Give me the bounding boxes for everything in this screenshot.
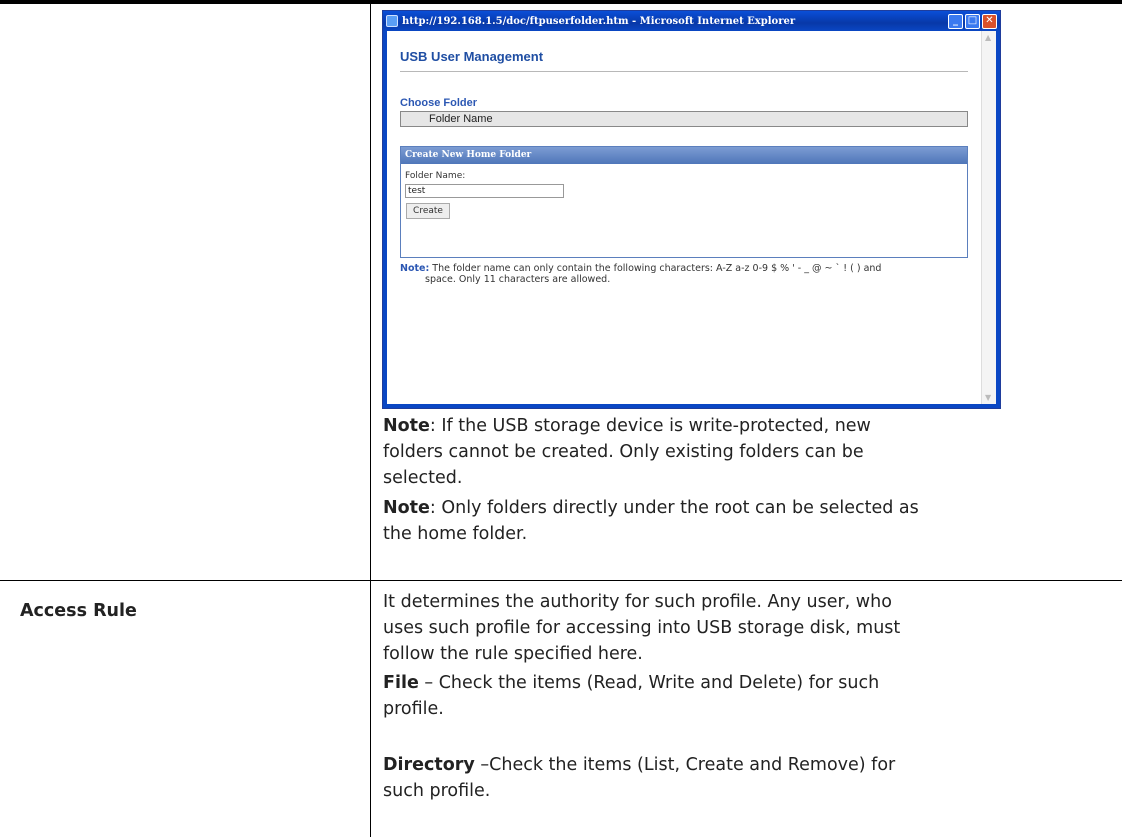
scroll-up-icon[interactable]: ▲ xyxy=(985,33,991,42)
window-titlebar: http://192.168.1.5/doc/ftpuserfolder.htm… xyxy=(383,11,1000,31)
access-rule-description: It determines the authority for such pro… xyxy=(383,589,900,667)
top-rule xyxy=(0,0,1122,4)
choose-folder-label: Choose Folder xyxy=(400,97,478,109)
file-label: File xyxy=(383,673,419,693)
create-folder-panel: Create New Home Folder Folder Name: test… xyxy=(400,146,968,258)
access-line2: uses such profile for accessing into USB… xyxy=(383,618,901,638)
maximize-button[interactable]: □ xyxy=(965,13,980,29)
note1-label: Note xyxy=(383,416,430,436)
table-column-divider xyxy=(370,0,371,837)
directory-label: Directory xyxy=(383,755,475,775)
note2-line2: the home folder. xyxy=(383,524,528,544)
minimize-button[interactable]: _ xyxy=(948,13,963,29)
file-line2: profile. xyxy=(383,699,444,719)
note1-line3: selected. xyxy=(383,468,463,488)
directory-line2: such profile. xyxy=(383,781,491,801)
folder-name-column-header: Folder Name xyxy=(400,111,968,127)
close-button[interactable]: ✕ xyxy=(982,13,997,29)
dialog-title: USB User Management xyxy=(400,49,544,64)
note2-label: Note xyxy=(383,498,430,518)
access-line1: It determines the authority for such pro… xyxy=(383,592,892,612)
access-line3: follow the rule specified here. xyxy=(383,644,643,664)
directory-rule: Directory –Check the items (List, Create… xyxy=(383,752,895,804)
folder-name-input[interactable]: test xyxy=(405,184,564,198)
note1-line1: : If the USB storage device is write-pro… xyxy=(429,416,871,436)
directory-line1: –Check the items (List, Create and Remov… xyxy=(474,755,896,775)
write-protect-note: Note: If the USB storage device is write… xyxy=(383,413,871,491)
dialog-note-label: Note: xyxy=(400,263,430,274)
table-row-divider xyxy=(0,580,1122,581)
window-title: http://192.168.1.5/doc/ftpuserfolder.htm… xyxy=(402,15,796,27)
file-rule: File – Check the items (Read, Write and … xyxy=(383,670,879,722)
ie-icon xyxy=(386,15,398,27)
note2-line1: : Only folders directly under the root c… xyxy=(429,498,919,518)
access-rule-heading: Access Rule xyxy=(20,601,137,621)
create-button[interactable]: Create xyxy=(406,203,450,219)
dialog-note-line1: The folder name can only contain the fol… xyxy=(432,263,882,274)
title-divider xyxy=(400,71,968,72)
dialog-note: Note: The folder name can only contain t… xyxy=(400,263,970,285)
create-panel-title: Create New Home Folder xyxy=(401,147,967,164)
root-folder-note: Note: Only folders directly under the ro… xyxy=(383,495,919,547)
file-line1: – Check the items (Read, Write and Delet… xyxy=(418,673,880,693)
vertical-scrollbar[interactable]: ▲ ▼ xyxy=(981,31,996,404)
dialog-note-line2: space. Only 11 characters are allowed. xyxy=(425,274,611,285)
window-content: ▲ ▼ USB User Management Choose Folder Fo… xyxy=(383,31,1000,408)
scroll-down-icon[interactable]: ▼ xyxy=(985,393,991,402)
browser-window: http://192.168.1.5/doc/ftpuserfolder.htm… xyxy=(382,10,1001,409)
folder-name-label: Folder Name: xyxy=(405,171,466,181)
note1-line2: folders cannot be created. Only existing… xyxy=(383,442,864,462)
